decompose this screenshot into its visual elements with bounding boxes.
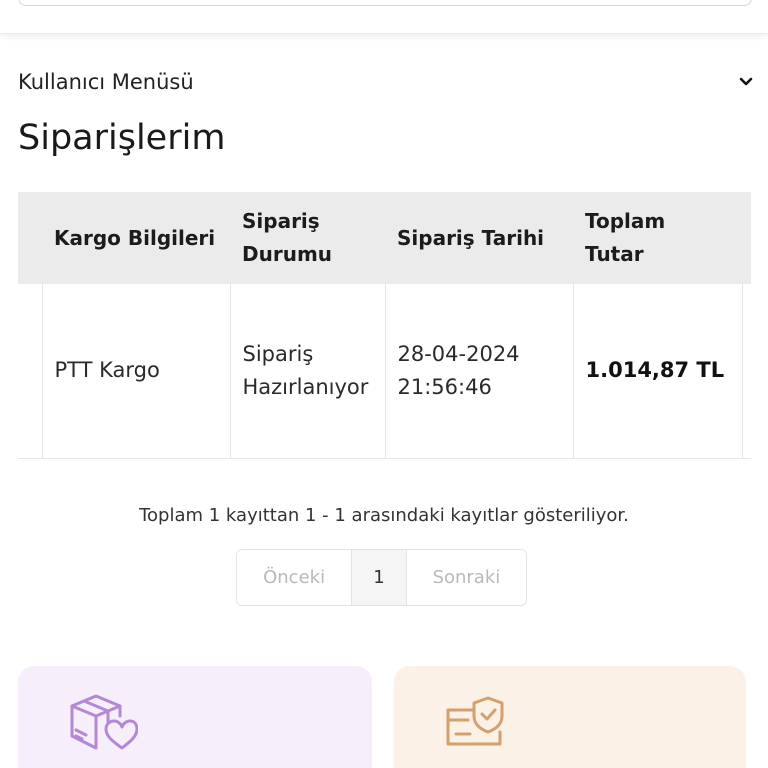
card-shield-icon [444,692,514,754]
orders-table: Kargo Bilgileri Sipariş Durumu Sipariş T… [18,192,751,459]
cell-total: 1.014,87 TL [572,284,742,459]
user-menu-label: Kullanıcı Menüsü [18,70,194,94]
records-info: Toplam 1 kayıttan 1 - 1 arasındaki kayıt… [139,505,629,526]
pagination: Önceki 1 Sonraki [236,549,527,606]
chevron-down-icon [738,74,754,90]
row-spacer [18,284,42,459]
user-menu-toggle[interactable]: Kullanıcı Menüsü [18,62,754,102]
feature-card-orders[interactable] [18,666,372,768]
top-bar [0,0,768,34]
cell-status: Sipariş Hazırlanıyor [229,284,385,459]
table-row[interactable]: PTT Kargo Sipariş Hazırlanıyor 28-04-202… [18,284,751,459]
header-spacer-right [742,192,751,284]
previous-page-button[interactable]: Önceki [237,550,352,605]
row-spacer-right [741,284,751,459]
column-header-cargo: Kargo Bilgileri [42,192,230,284]
next-page-button[interactable]: Sonraki [406,550,526,605]
feature-card-payment[interactable] [394,666,746,768]
header-spacer [18,192,42,284]
column-header-date: Sipariş Tarihi [385,192,573,284]
page-title: Siparişlerim [18,118,226,158]
page-number-button[interactable]: 1 [351,550,407,605]
cell-cargo: PTT Kargo [41,284,230,459]
column-header-total: Toplam Tutar [573,192,742,284]
search-input[interactable] [18,0,752,6]
column-header-status: Sipariş Durumu [230,192,385,284]
cell-date: 28-04-2024 21:56:46 [384,284,573,459]
package-heart-icon [68,692,139,754]
table-header-row: Kargo Bilgileri Sipariş Durumu Sipariş T… [18,192,751,284]
